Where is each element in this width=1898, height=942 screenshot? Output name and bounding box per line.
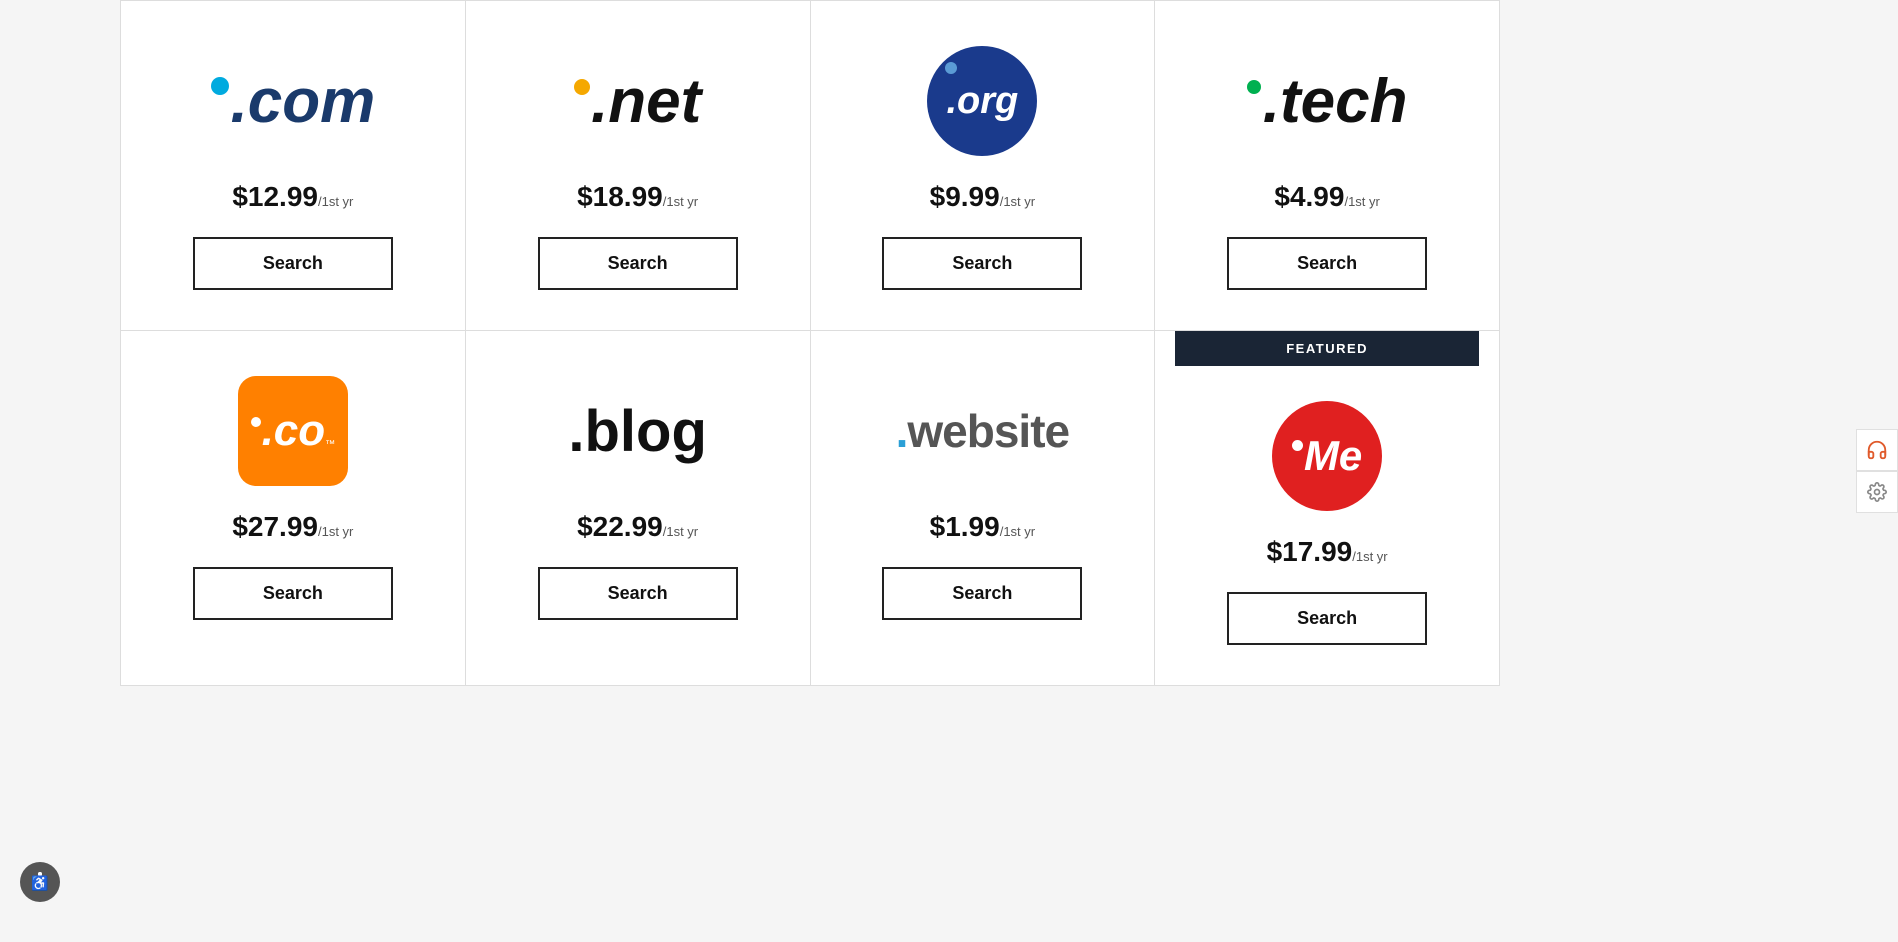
co-dot — [251, 417, 261, 427]
com-logo: .com — [211, 66, 376, 137]
me-logo: Me — [1272, 401, 1382, 511]
net-dot — [574, 79, 590, 95]
co-logo-area: .co ™ — [238, 371, 348, 491]
sidebar-icons — [1856, 429, 1898, 513]
net-logo-area: .net — [574, 41, 701, 161]
domain-card-net: .net $18.99/1st yr Search — [466, 1, 811, 331]
com-price-period: /1st yr — [318, 194, 353, 209]
co-tld-text: .co — [262, 406, 326, 456]
net-logo: .net — [574, 66, 701, 137]
website-price-main: $1.99 — [930, 511, 1000, 542]
svg-text:♿: ♿ — [31, 875, 48, 892]
co-price: $27.99/1st yr — [232, 511, 353, 543]
org-dot — [945, 62, 957, 74]
tech-dot — [1247, 80, 1261, 94]
tech-price-main: $4.99 — [1274, 181, 1344, 212]
website-price-period: /1st yr — [1000, 524, 1035, 539]
website-price: $1.99/1st yr — [930, 511, 1035, 543]
blog-price-main: $22.99 — [577, 511, 663, 542]
blog-search-button[interactable]: Search — [538, 567, 738, 620]
accessibility-button[interactable]: ♿ — [20, 862, 60, 902]
co-inner: .co ™ — [251, 406, 336, 456]
org-search-button[interactable]: Search — [882, 237, 1082, 290]
me-inner: Me — [1292, 432, 1362, 480]
headset-icon — [1866, 439, 1888, 461]
com-tld-text: .com — [231, 66, 376, 137]
me-price: $17.99/1st yr — [1267, 536, 1388, 568]
org-price: $9.99/1st yr — [930, 181, 1035, 213]
domain-card-com: .com $12.99/1st yr Search — [121, 1, 466, 331]
com-search-button[interactable]: Search — [193, 237, 393, 290]
headset-icon-button[interactable] — [1856, 429, 1898, 471]
com-price: $12.99/1st yr — [232, 181, 353, 213]
blog-price-period: /1st yr — [663, 524, 698, 539]
tech-price: $4.99/1st yr — [1274, 181, 1379, 213]
net-tld-text: .net — [591, 66, 701, 137]
domain-listing-page: .com $12.99/1st yr Search .net $18.99/1s… — [120, 0, 1500, 686]
tech-price-period: /1st yr — [1344, 194, 1379, 209]
com-logo-area: .com — [211, 41, 376, 161]
me-price-period: /1st yr — [1352, 549, 1387, 564]
net-search-button[interactable]: Search — [538, 237, 738, 290]
org-tld-text: .org — [946, 80, 1018, 123]
domain-card-co: .co ™ $27.99/1st yr Search — [121, 331, 466, 686]
tech-logo-area: .tech — [1247, 41, 1408, 161]
me-tld-text: Me — [1304, 432, 1362, 480]
blog-tld-text: .blog — [568, 398, 707, 465]
org-price-main: $9.99 — [930, 181, 1000, 212]
co-search-button[interactable]: Search — [193, 567, 393, 620]
tech-tld-text: .tech — [1263, 66, 1408, 137]
website-search-button[interactable]: Search — [882, 567, 1082, 620]
net-price-main: $18.99 — [577, 181, 663, 212]
me-price-main: $17.99 — [1267, 536, 1353, 567]
blog-price: $22.99/1st yr — [577, 511, 698, 543]
website-logo-area: .website — [896, 371, 1070, 491]
settings-icon-button[interactable] — [1856, 471, 1898, 513]
domain-card-website: .website $1.99/1st yr Search — [811, 331, 1156, 686]
website-tld-text: .website — [896, 404, 1070, 458]
blog-logo-area: .blog — [568, 371, 707, 491]
co-tm: ™ — [325, 439, 335, 450]
website-dot-accent: . — [896, 405, 908, 457]
domain-card-org: .org $9.99/1st yr Search — [811, 1, 1156, 331]
domain-card-blog: .blog $22.99/1st yr Search — [466, 331, 811, 686]
domain-card-tech: .tech $4.99/1st yr Search — [1155, 1, 1500, 331]
com-price-main: $12.99 — [232, 181, 318, 212]
co-price-main: $27.99 — [232, 511, 318, 542]
tech-logo: .tech — [1247, 66, 1408, 137]
net-price: $18.99/1st yr — [577, 181, 698, 213]
featured-badge: FEATURED — [1175, 331, 1479, 366]
me-dot — [1292, 440, 1303, 451]
accessibility-icon: ♿ — [28, 870, 52, 894]
me-search-button[interactable]: Search — [1227, 592, 1427, 645]
com-dot — [211, 77, 229, 95]
domain-grid: .com $12.99/1st yr Search .net $18.99/1s… — [120, 0, 1500, 686]
co-logo: .co ™ — [238, 376, 348, 486]
domain-card-me: FEATURED Me $17.99/1st yr Search — [1155, 331, 1500, 686]
net-price-period: /1st yr — [663, 194, 698, 209]
org-logo: .org — [927, 46, 1037, 156]
co-price-period: /1st yr — [318, 524, 353, 539]
settings-icon — [1867, 482, 1887, 502]
org-price-period: /1st yr — [1000, 194, 1035, 209]
org-logo-area: .org — [927, 41, 1037, 161]
me-logo-area: Me — [1272, 396, 1382, 516]
tech-search-button[interactable]: Search — [1227, 237, 1427, 290]
